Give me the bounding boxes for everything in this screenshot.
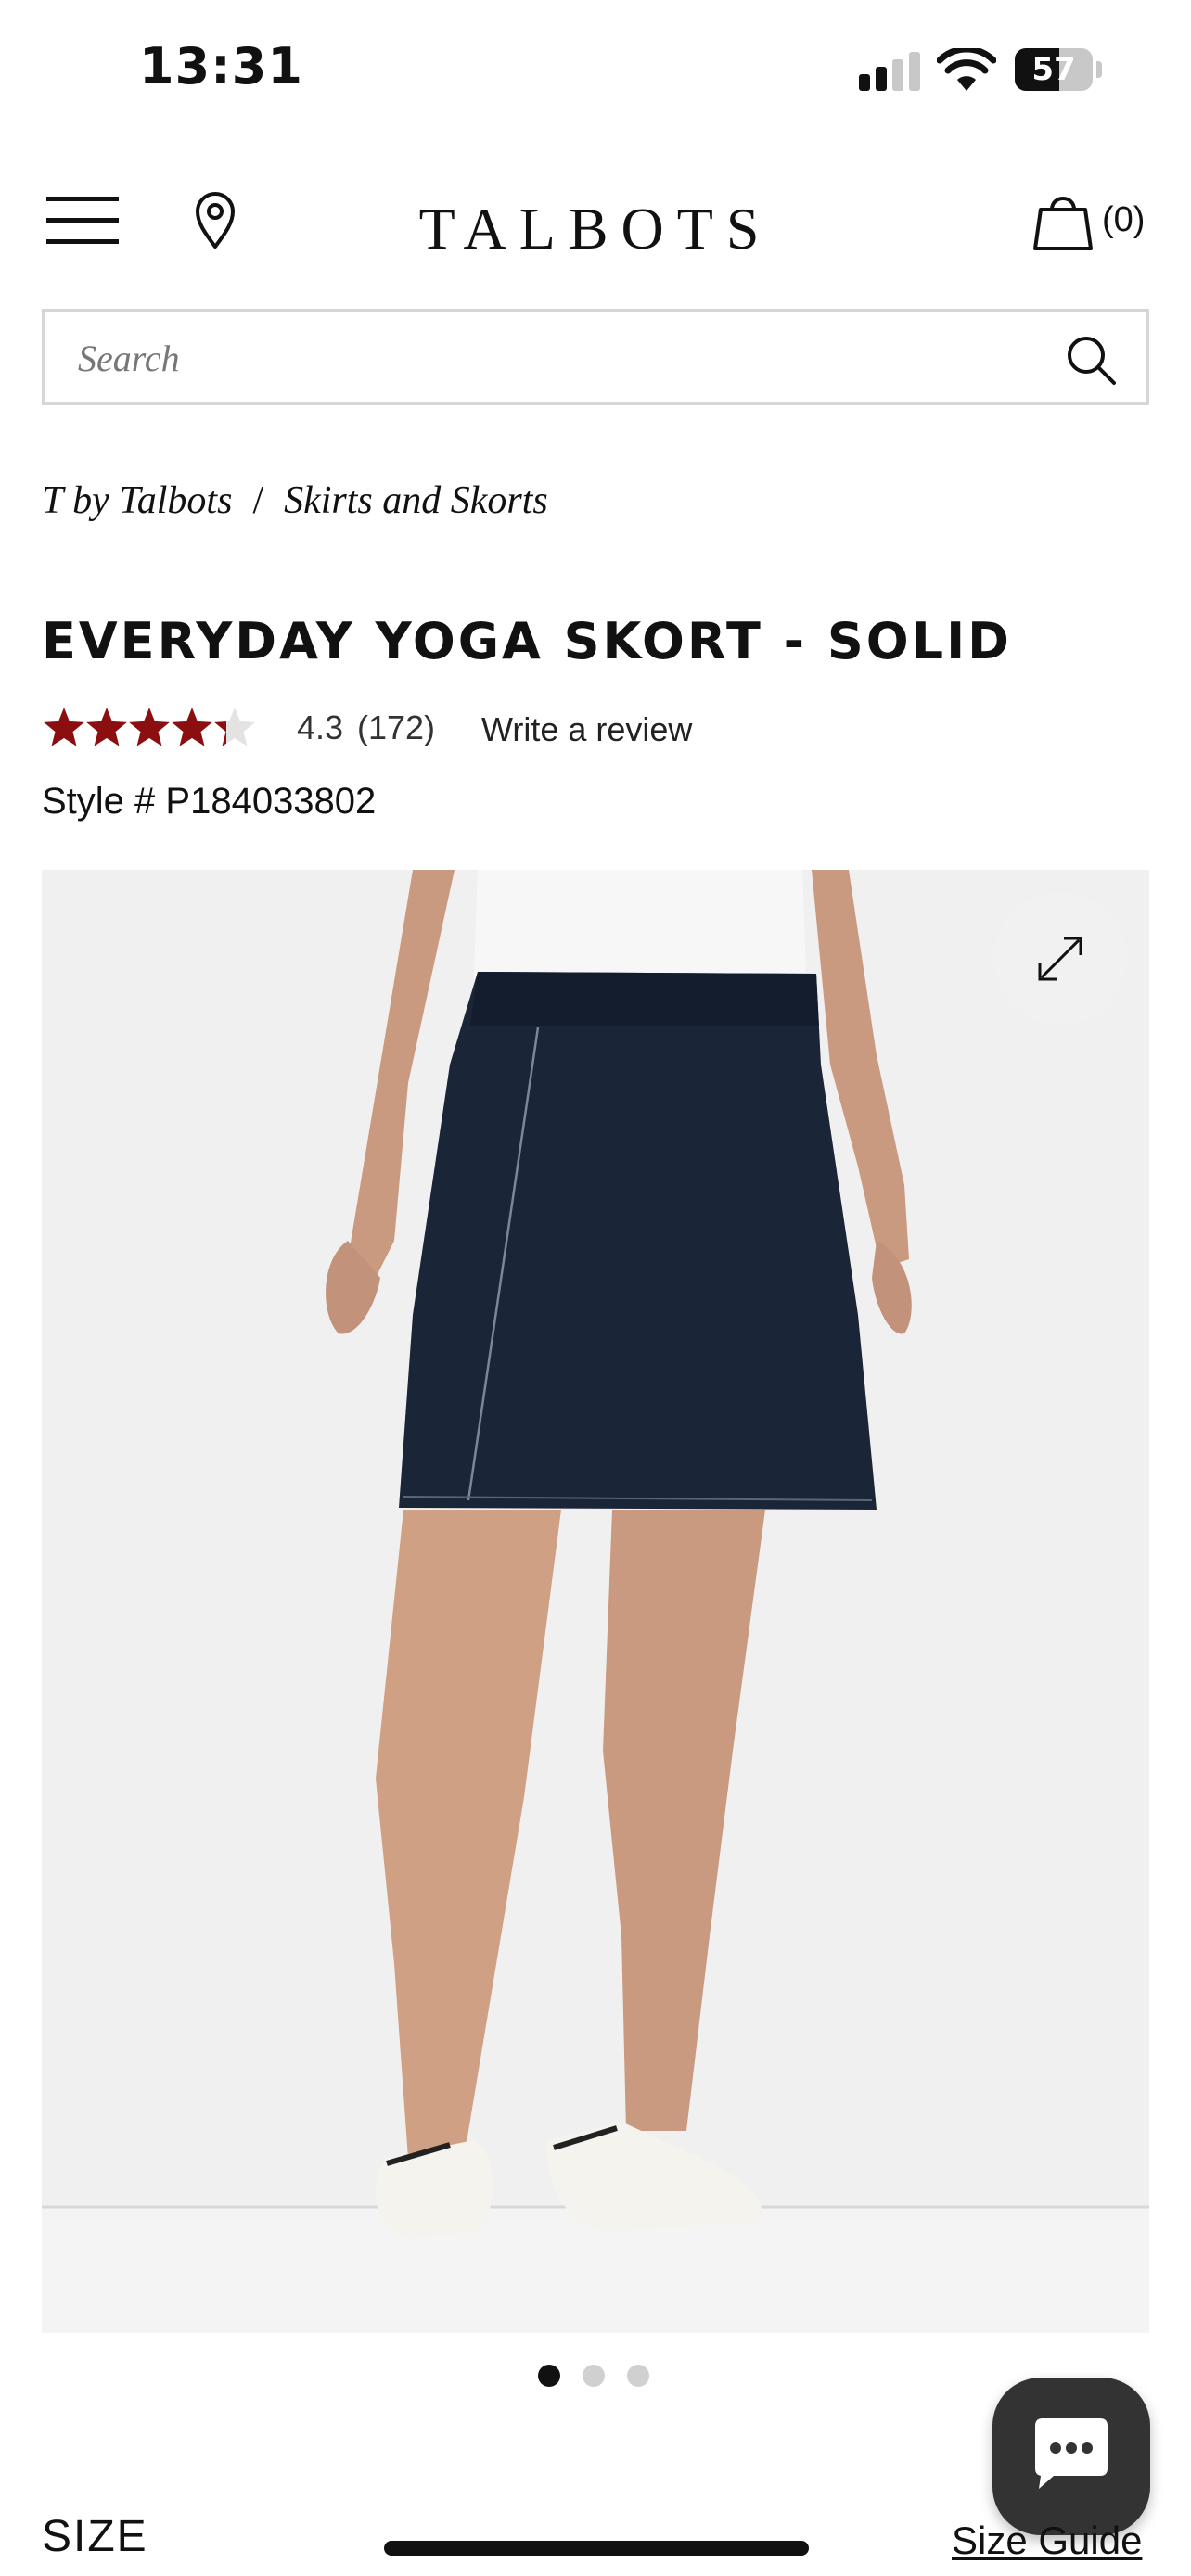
carousel-dots: [538, 2365, 659, 2389]
star-rating[interactable]: [42, 701, 259, 753]
breadcrumb: T by Talbots / Skirts and Skorts: [42, 478, 548, 523]
product-title: EVERYDAY YOGA SKORT - SOLID: [42, 612, 1012, 670]
expand-image-button[interactable]: [993, 892, 1127, 1026]
style-number: Style # P184033802: [42, 781, 377, 822]
search-bar: [42, 309, 1149, 405]
status-bar: 13:31 57: [0, 0, 1191, 139]
shopping-bag-icon[interactable]: [1031, 191, 1095, 252]
status-time: 13:31: [139, 37, 303, 96]
write-review-link[interactable]: Write a review: [481, 710, 692, 749]
size-label: SIZE: [42, 2512, 148, 2561]
chat-button[interactable]: [992, 2378, 1150, 2535]
signal-bar: [892, 59, 903, 91]
signal-bar: [859, 74, 870, 91]
signal-bar: [909, 52, 920, 91]
talbots-logo[interactable]: TALBOTS: [315, 195, 876, 263]
carousel-dot[interactable]: [583, 2365, 605, 2387]
rating-star: [86, 708, 127, 746]
bag-count[interactable]: (0): [1102, 200, 1145, 240]
breadcrumb-item[interactable]: T by Talbots: [42, 479, 232, 522]
breadcrumb-separator: /: [252, 479, 264, 522]
carousel-dot[interactable]: [538, 2365, 560, 2387]
rating-row: 4.3 (172) Write a review: [42, 701, 969, 757]
wifi-icon: [937, 48, 996, 91]
rating-value: 4.3: [297, 708, 344, 746]
rating-star: [129, 708, 170, 746]
site-header: TALBOTS (0): [0, 167, 1191, 278]
map-pin-icon[interactable]: [193, 189, 237, 250]
chat-bubble-icon: [1035, 2418, 1108, 2489]
battery-percent: 57: [1031, 51, 1076, 88]
size-guide-link[interactable]: Size Guide: [952, 2519, 1142, 2563]
signal-bar: [876, 67, 887, 91]
rating-star: [172, 708, 212, 746]
search-icon[interactable]: [1063, 332, 1119, 388]
hamburger-menu-icon[interactable]: [46, 191, 119, 249]
rating-star: [214, 708, 255, 746]
expand-icon: [1038, 937, 1082, 981]
battery-icon: 57: [1015, 48, 1102, 91]
home-indicator: [384, 2541, 809, 2556]
rating-star: [44, 708, 84, 746]
cellular-signal-icon: [859, 52, 920, 91]
product-photo: [42, 870, 1149, 2333]
review-count[interactable]: (172): [357, 708, 435, 747]
breadcrumb-item[interactable]: Skirts and Skorts: [284, 479, 548, 522]
product-image[interactable]: [42, 870, 1149, 2333]
carousel-dot[interactable]: [627, 2365, 649, 2387]
search-input[interactable]: [78, 328, 1005, 388]
